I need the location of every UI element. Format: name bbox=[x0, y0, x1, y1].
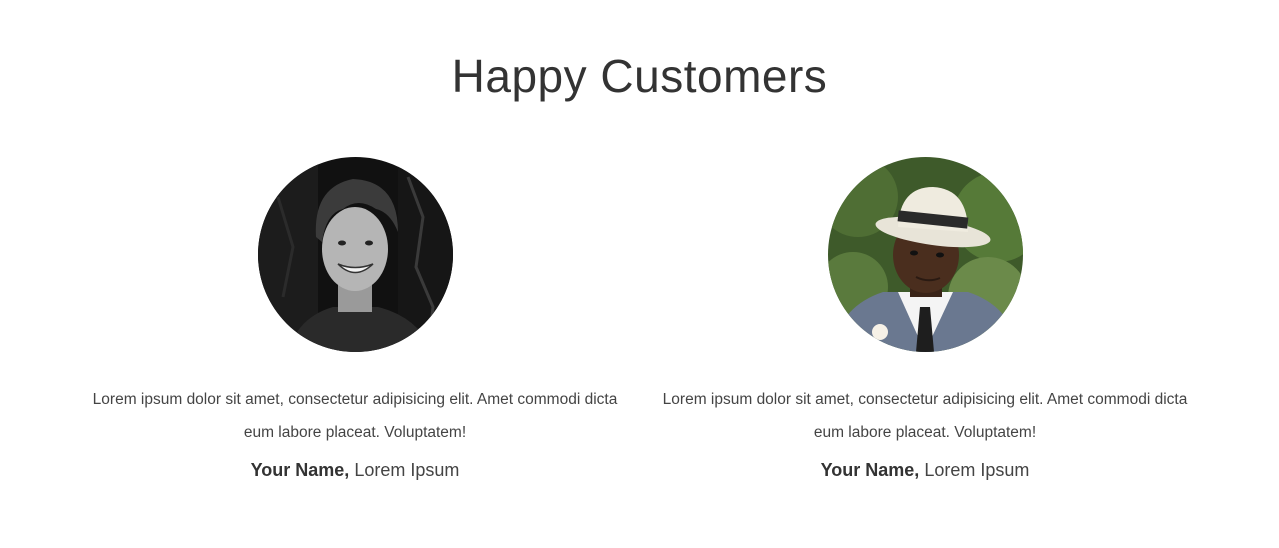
testimonial-signature: Your Name, Lorem Ipsum bbox=[70, 460, 640, 481]
testimonial-card: Lorem ipsum dolor sit amet, consectetur … bbox=[70, 157, 640, 481]
section-title: Happy Customers bbox=[451, 50, 828, 102]
customer-name: Your Name, bbox=[820, 460, 920, 480]
customer-role: Lorem Ipsum bbox=[924, 460, 1030, 480]
customer-name: Your Name, bbox=[250, 460, 350, 480]
testimonial-card: Lorem ipsum dolor sit amet, consectetur … bbox=[640, 157, 1210, 481]
testimonial-quote: Lorem ipsum dolor sit amet, consectetur … bbox=[92, 391, 618, 441]
customer-role: Lorem Ipsum bbox=[354, 460, 460, 480]
avatar bbox=[257, 157, 453, 352]
testimonials-section: Happy Customers Lorem ipsum dolor sit am… bbox=[0, 0, 1279, 548]
avatar bbox=[827, 157, 1023, 352]
testimonial-quote: Lorem ipsum dolor sit amet, consectetur … bbox=[662, 391, 1188, 441]
testimonial-signature: Your Name, Lorem Ipsum bbox=[640, 460, 1210, 481]
